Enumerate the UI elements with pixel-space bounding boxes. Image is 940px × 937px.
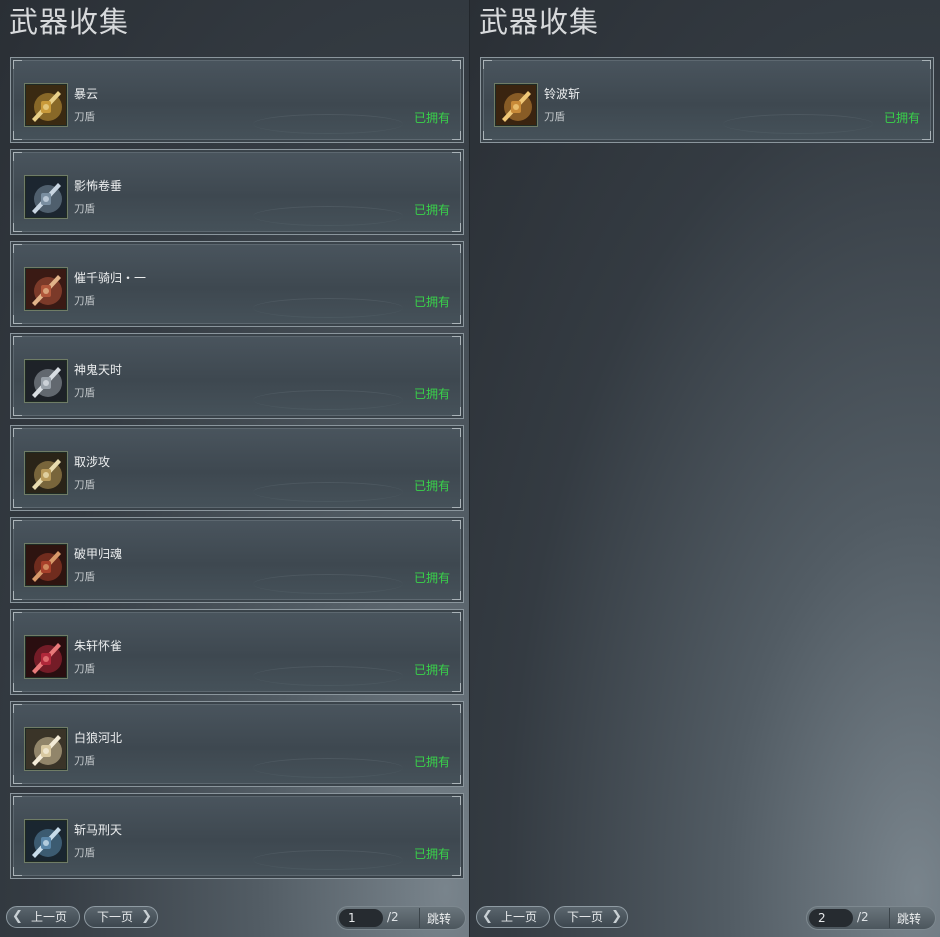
chevron-right-icon: ❯ — [611, 909, 622, 924]
owned-status: 已拥有 — [413, 295, 450, 309]
owned-status: 已拥有 — [883, 111, 920, 125]
weapon-name: 斩马刑天 — [74, 823, 123, 837]
weapon-card[interactable]: 催千骑归・一 刀盾 已拥有 — [10, 241, 464, 327]
owned-status: 已拥有 — [413, 663, 450, 677]
chevron-left-icon: ❮ — [482, 909, 493, 924]
weapon-card[interactable]: 白狼河北 刀盾 已拥有 — [10, 701, 464, 787]
weapon-card[interactable]: 朱轩怀雀 刀盾 已拥有 — [10, 609, 464, 695]
weapon-card[interactable]: 铃波斩 刀盾 已拥有 — [480, 57, 934, 143]
weapon-thumbnail-icon — [25, 268, 67, 310]
prev-page-label: 上一页 — [500, 910, 537, 924]
page-jump-control: /2 跳转 — [336, 906, 466, 930]
weapon-name: 暴云 — [74, 87, 99, 101]
page-total: /2 — [857, 910, 869, 924]
weapon-type: 刀盾 — [74, 295, 95, 307]
weapon-type: 刀盾 — [74, 755, 95, 767]
weapon-collection-panel-page-1: 武器收集 暴云 刀盾 已拥有 影怖卷垂 刀盾 已拥有 催千骑归・一 刀盾 已拥有… — [0, 0, 470, 937]
weapon-name: 催千骑归・一 — [74, 271, 147, 285]
weapon-type: 刀盾 — [74, 663, 95, 675]
next-page-label: 下一页 — [96, 910, 133, 924]
weapon-name: 取涉攻 — [74, 455, 111, 469]
owned-status: 已拥有 — [413, 571, 450, 585]
next-page-button[interactable]: 下一页 ❯ — [84, 906, 158, 928]
weapon-name: 白狼河北 — [74, 731, 123, 745]
chevron-left-icon: ❮ — [12, 909, 23, 924]
owned-status: 已拥有 — [413, 203, 450, 217]
page-number-input[interactable] — [809, 909, 853, 927]
weapon-card[interactable]: 影怖卷垂 刀盾 已拥有 — [10, 149, 464, 235]
pagination-bar: ❮ 上一页 下一页 ❯ /2 跳转 — [0, 904, 470, 932]
weapon-collection-panel-page-2: 武器收集 铃波斩 刀盾 已拥有 ❮ 上一页 下一页 ❯ /2 跳转 — [470, 0, 940, 937]
weapon-thumbnail-icon — [25, 636, 67, 678]
divider — [889, 908, 890, 928]
page-number-input[interactable] — [339, 909, 383, 927]
weapon-type: 刀盾 — [544, 111, 565, 123]
next-page-button[interactable]: 下一页 ❯ — [554, 906, 628, 928]
pagination-bar: ❮ 上一页 下一页 ❯ /2 跳转 — [470, 904, 940, 932]
weapon-type: 刀盾 — [74, 203, 95, 215]
weapon-card[interactable]: 神鬼天时 刀盾 已拥有 — [10, 333, 464, 419]
prev-page-button[interactable]: ❮ 上一页 — [476, 906, 550, 928]
jump-button[interactable]: 跳转 — [897, 910, 921, 927]
weapon-type: 刀盾 — [74, 111, 95, 123]
panel-title: 武器收集 — [479, 5, 600, 39]
weapon-list: 暴云 刀盾 已拥有 影怖卷垂 刀盾 已拥有 催千骑归・一 刀盾 已拥有 神鬼天时… — [10, 57, 464, 885]
owned-status: 已拥有 — [413, 755, 450, 769]
weapon-name: 朱轩怀雀 — [74, 639, 123, 653]
owned-status: 已拥有 — [413, 847, 450, 861]
owned-status: 已拥有 — [413, 387, 450, 401]
weapon-type: 刀盾 — [74, 387, 95, 399]
weapon-name: 铃波斩 — [544, 87, 581, 101]
panel-title: 武器收集 — [9, 5, 130, 39]
weapon-thumbnail-icon — [25, 544, 67, 586]
owned-status: 已拥有 — [413, 479, 450, 493]
weapon-type: 刀盾 — [74, 847, 95, 859]
weapon-name: 神鬼天时 — [74, 363, 123, 377]
jump-button[interactable]: 跳转 — [427, 910, 451, 927]
prev-page-button[interactable]: ❮ 上一页 — [6, 906, 80, 928]
weapon-thumbnail-icon — [25, 176, 67, 218]
weapon-thumbnail-icon — [25, 728, 67, 770]
weapon-list: 铃波斩 刀盾 已拥有 — [480, 57, 934, 149]
weapon-thumbnail-icon — [25, 820, 67, 862]
page-total: /2 — [387, 910, 399, 924]
weapon-card[interactable]: 暴云 刀盾 已拥有 — [10, 57, 464, 143]
weapon-thumbnail-icon — [25, 452, 67, 494]
divider — [419, 908, 420, 928]
weapon-thumbnail-icon — [25, 84, 67, 126]
weapon-card[interactable]: 取涉攻 刀盾 已拥有 — [10, 425, 464, 511]
page-jump-control: /2 跳转 — [806, 906, 936, 930]
weapon-name: 破甲归魂 — [74, 547, 123, 561]
weapon-card[interactable]: 斩马刑天 刀盾 已拥有 — [10, 793, 464, 879]
next-page-label: 下一页 — [566, 910, 603, 924]
weapon-type: 刀盾 — [74, 571, 95, 583]
weapon-thumbnail-icon — [495, 84, 537, 126]
weapon-name: 影怖卷垂 — [74, 179, 123, 193]
weapon-type: 刀盾 — [74, 479, 95, 491]
weapon-thumbnail-icon — [25, 360, 67, 402]
owned-status: 已拥有 — [413, 111, 450, 125]
weapon-card[interactable]: 破甲归魂 刀盾 已拥有 — [10, 517, 464, 603]
prev-page-label: 上一页 — [30, 910, 67, 924]
chevron-right-icon: ❯ — [141, 909, 152, 924]
